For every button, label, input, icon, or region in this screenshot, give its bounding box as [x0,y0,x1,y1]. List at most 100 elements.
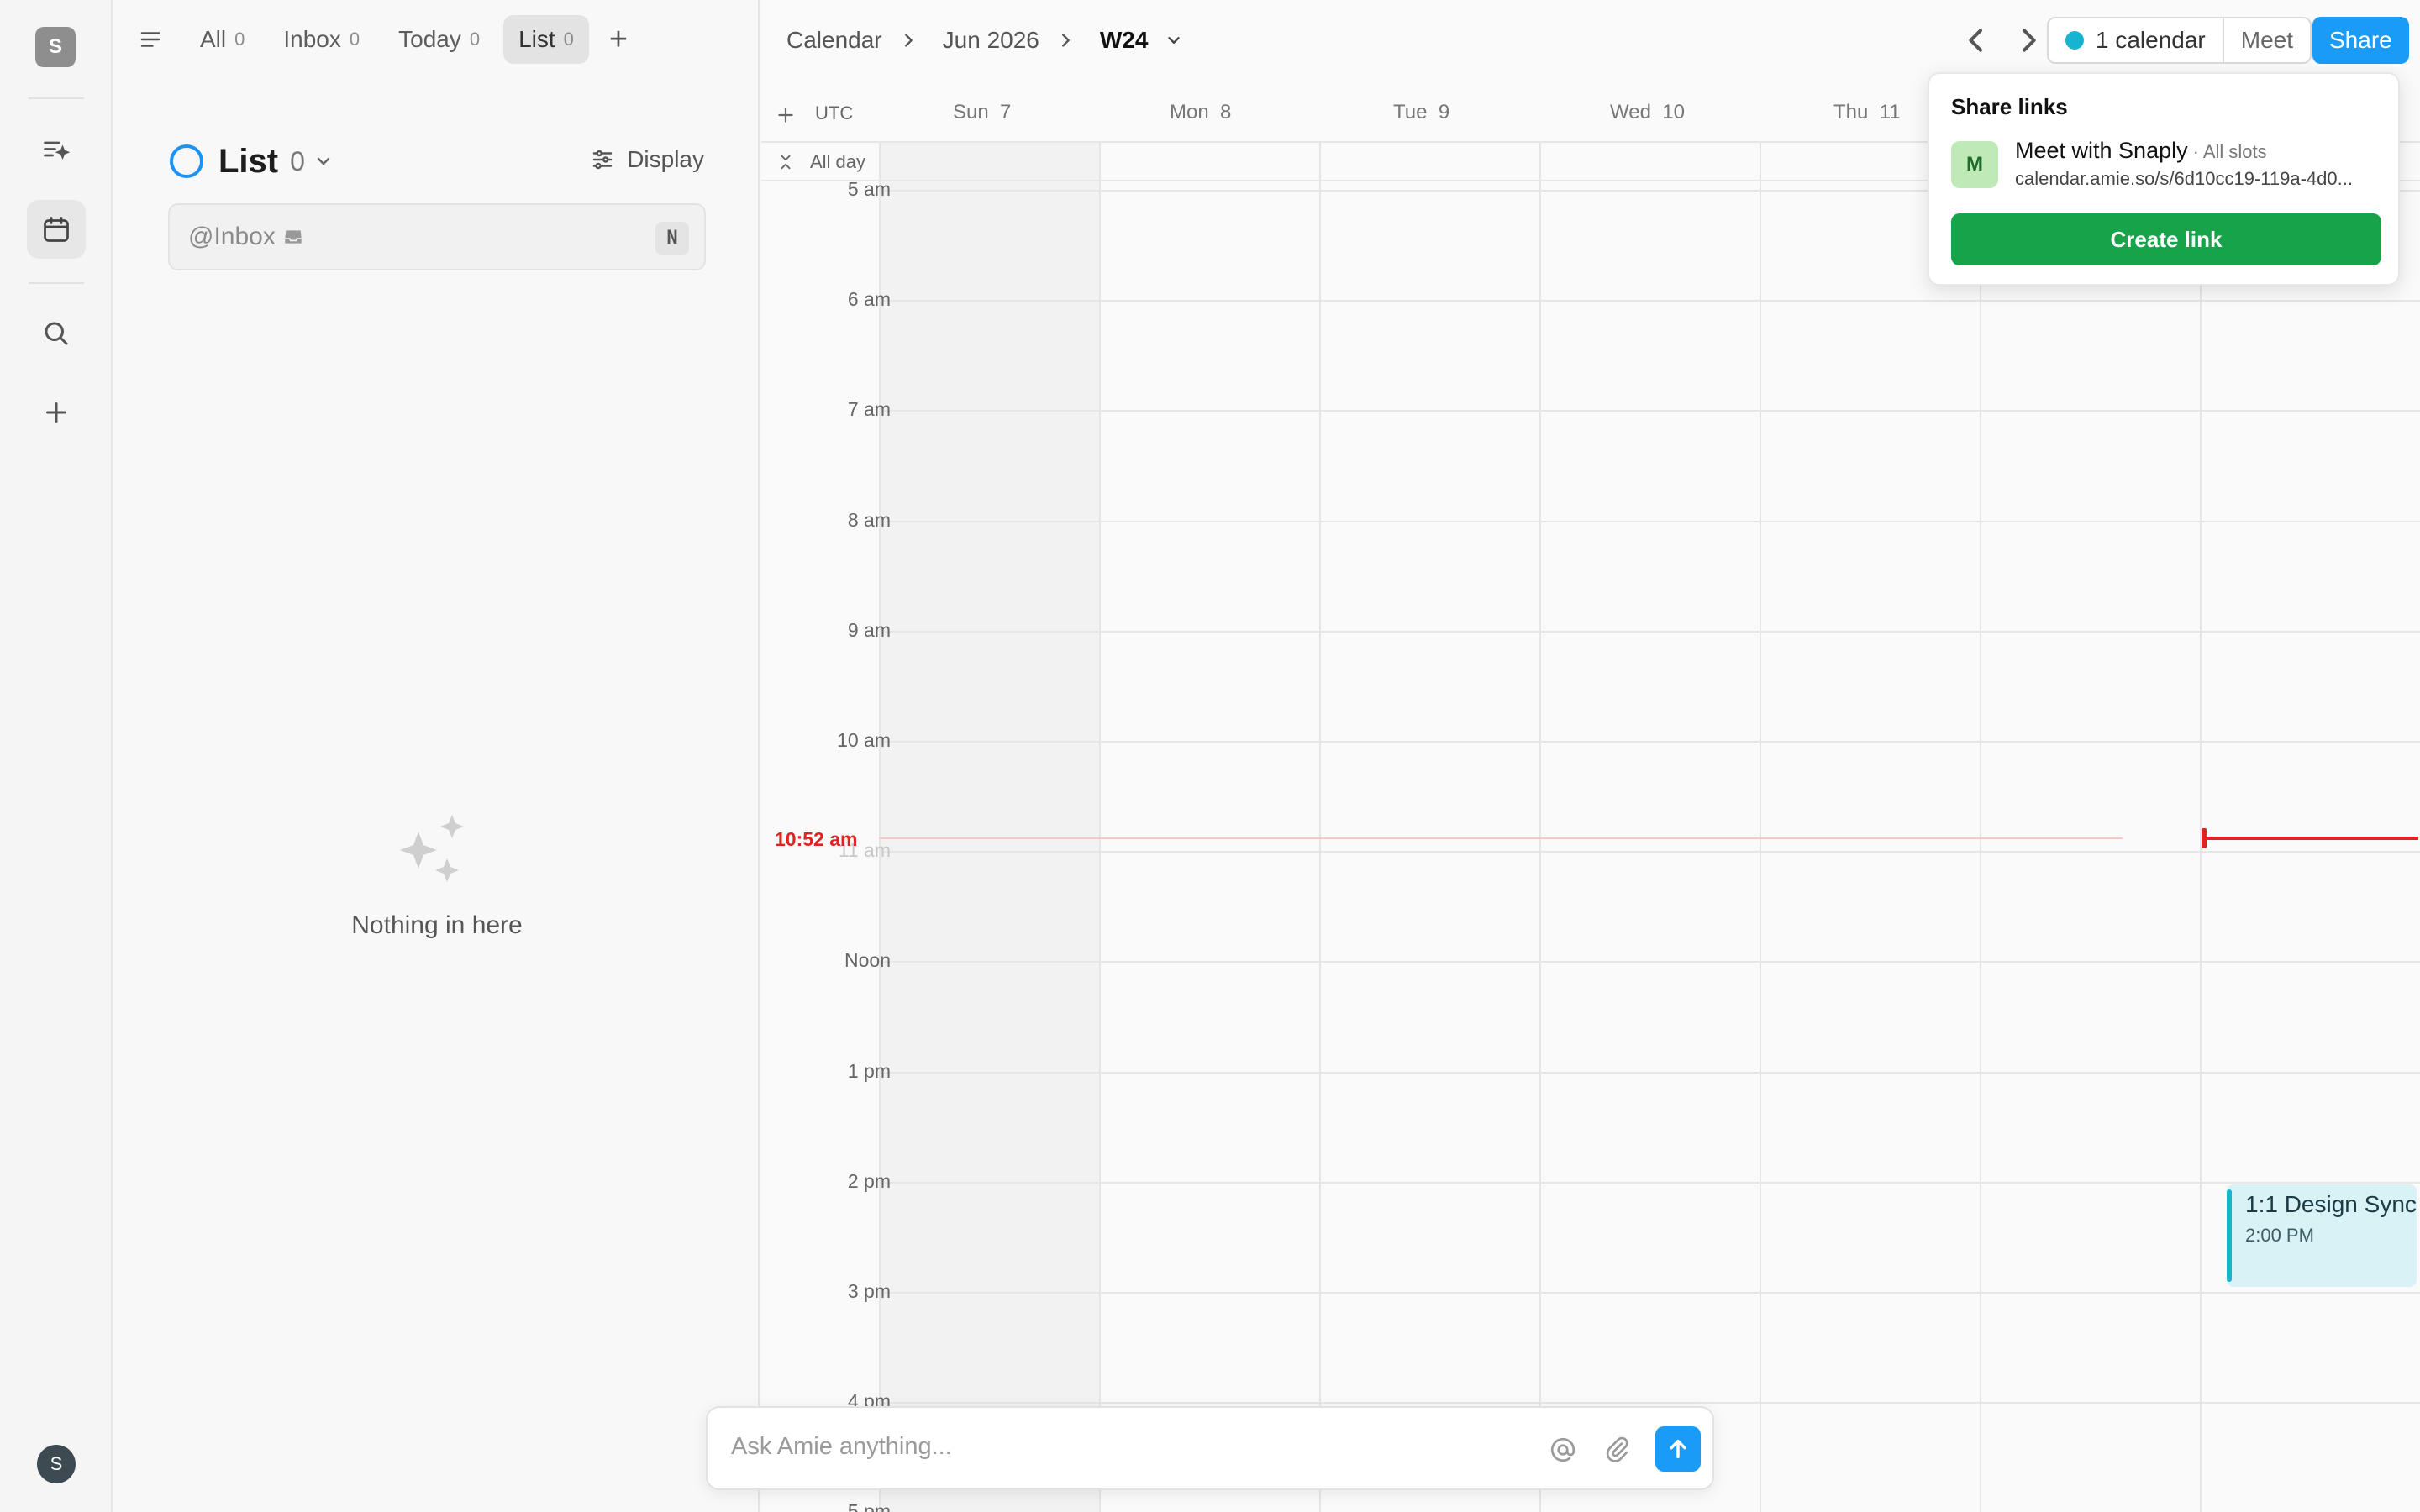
hour-label: 1 pm [847,1060,891,1082]
tasks-nav-button[interactable] [27,121,86,180]
plus-icon [46,402,66,423]
tab-list[interactable]: List 0 [503,15,589,64]
add-tab-button[interactable]: + [609,15,628,64]
hour-gridline [879,410,2420,412]
plus-icon[interactable] [775,104,797,126]
breadcrumb-week[interactable]: W24 [1100,27,1149,54]
link-avatar: M [1951,141,1998,188]
day-header[interactable]: Wed 10 [1610,101,1685,124]
sparkle-list-icon [44,141,71,160]
day-name: Mon [1170,101,1209,123]
add-nav-button[interactable] [27,383,86,442]
chevron-left-icon[interactable] [1960,24,1993,57]
share-link-name: Meet with Snaply [2015,138,2188,163]
calendar-toolbar: Calendar Jun 2026 W24 1 calendar Meet Sh… [761,0,2420,81]
inbox-tray-icon [285,230,302,244]
hour-label: 3 pm [847,1280,891,1302]
rail-divider [29,282,84,284]
breadcrumb-calendar[interactable]: Calendar [786,27,882,54]
tab-count: 0 [469,29,481,50]
day-column-divider [1319,141,1321,1512]
share-link-item[interactable]: Meet with Snaply · All slots [2015,138,2267,164]
calendar-icon [44,217,69,242]
chevron-down-icon[interactable] [313,151,334,171]
hour-label: 6 am [847,288,891,310]
day-column-divider [879,141,881,1512]
hour-gridline [879,521,2420,522]
tab-label: All [200,26,227,52]
day-header[interactable]: Thu 11 [1833,101,1901,124]
hour-label: 5 am [847,178,891,200]
empty-state-text: Nothing in here [351,911,523,939]
day-number: 9 [1438,101,1450,123]
collapse-icon[interactable] [776,153,795,171]
hour-label: Noon [844,949,891,971]
list-ring-icon [170,144,203,178]
timezone-label[interactable]: UTC [815,102,853,124]
list-count: 0 [290,145,305,176]
event-time: 2:00 PM [2245,1225,2314,1246]
calendars-button[interactable]: 1 calendar [2049,18,2223,62]
paperclip-icon[interactable] [1602,1435,1632,1465]
popover-title: Share links [1951,94,2068,119]
day-name: Wed [1610,101,1651,123]
share-link-url[interactable]: calendar.amie.so/s/6d10cc19-119a-4d0... [2015,168,2385,190]
create-link-button[interactable]: Create link [1951,213,2381,265]
meet-button[interactable]: Meet [2222,18,2310,62]
share-button[interactable]: Share [2312,17,2409,64]
tab-bar: All 0 Inbox 0 Today 0 List 0 + [185,15,628,64]
day-number: 10 [1662,101,1685,123]
mention-icon[interactable] [1548,1435,1578,1465]
tab-count: 0 [563,29,574,50]
tab-inbox[interactable]: Inbox 0 [268,15,375,64]
display-button[interactable]: Display [590,141,704,178]
user-avatar[interactable]: S [37,1445,76,1483]
calendar-color-dot [2065,31,2084,50]
tab-all[interactable]: All 0 [185,15,260,64]
hour-label: 9 am [847,619,891,641]
hour-label: 10 am [837,729,891,751]
day-header[interactable]: Sun 7 [953,101,1011,124]
day-header[interactable]: Mon 8 [1170,101,1231,124]
current-time-line-today [2203,837,2418,840]
calendars-label: 1 calendar [2096,27,2206,53]
current-time-marker [2202,828,2207,848]
hour-gridline [879,631,2420,633]
task-panel: All 0 Inbox 0 Today 0 List 0 + List 0 Displa… [114,0,760,1512]
hour-gridline [879,741,2420,743]
day-name: Sun [953,101,989,123]
search-icon [45,322,68,345]
breadcrumb-month[interactable]: Jun 2026 [943,27,1039,54]
hour-gridline [879,1292,2420,1294]
tab-today[interactable]: Today 0 [383,15,495,64]
search-nav-button[interactable] [27,304,86,363]
hour-gridline [879,851,2420,853]
display-label: Display [627,146,704,172]
list-header: List 0 [170,139,334,183]
share-link-scope: · All slots [2192,141,2267,162]
send-button[interactable] [1655,1426,1701,1472]
new-task-input[interactable]: @Inbox N [168,203,706,270]
calendar-nav-button[interactable] [27,200,86,259]
chevron-right-icon[interactable] [2012,24,2045,57]
day-column-divider [1980,141,1981,1512]
menu-icon[interactable] [138,27,163,52]
chevron-down-icon[interactable] [1165,31,1183,50]
chevron-right-icon [1061,34,1070,47]
day-number: 8 [1220,101,1232,123]
sparkles-icon [400,815,464,882]
calendar-selector: 1 calendar Meet [2047,17,2312,64]
day-name: Tue [1393,101,1428,123]
list-title: List [218,142,279,180]
sliders-icon [592,150,613,170]
calendar-event[interactable]: 1:1 Design Sync 2:00 PM [2227,1184,2417,1287]
shortcut-key: N [655,222,689,255]
event-title: 1:1 Design Sync [2245,1191,2417,1217]
event-color-bar [2227,1189,2232,1282]
empty-state: Nothing in here [114,811,760,940]
workspace-avatar[interactable]: S [35,27,76,67]
day-column-divider [2200,141,2202,1512]
day-header[interactable]: Tue 9 [1393,101,1449,124]
hour-gridline [879,1182,2420,1184]
ask-bar[interactable]: Ask Amie anything... [706,1406,1714,1490]
